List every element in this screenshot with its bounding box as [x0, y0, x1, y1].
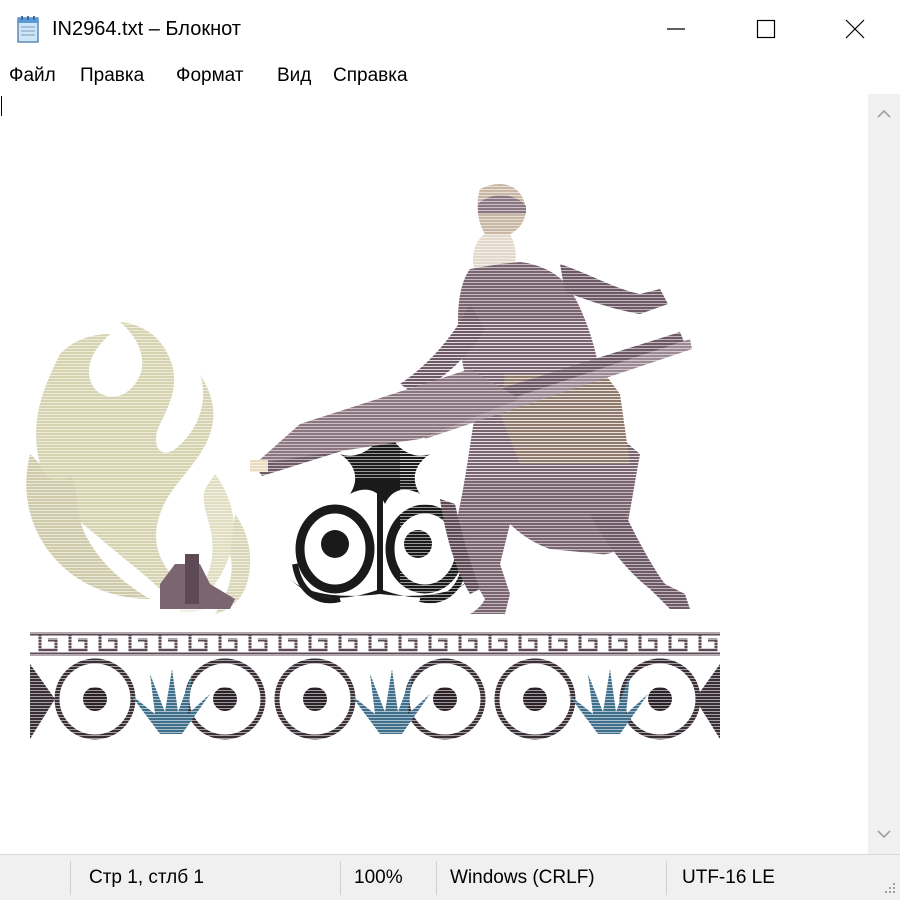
status-divider [666, 861, 667, 895]
maximize-icon [756, 19, 776, 39]
cursor-position: Стр 1, стлб 1 [89, 867, 204, 888]
status-divider [340, 861, 341, 895]
menu-format[interactable]: Формат [176, 65, 244, 87]
ascii-art-image [25, 179, 723, 744]
menu-help[interactable]: Справка [333, 65, 408, 87]
close-button[interactable] [810, 0, 900, 58]
resize-grip-icon[interactable] [878, 878, 898, 898]
minimize-button[interactable] [630, 0, 722, 58]
status-divider [436, 861, 437, 895]
menu-edit[interactable]: Правка [80, 65, 144, 87]
zoom-level: 100% [354, 867, 403, 888]
menu-file[interactable]: Файл [9, 65, 56, 87]
scroll-up-icon[interactable] [876, 106, 892, 122]
status-bar: Стр 1, стлб 1 100% Windows (CRLF) UTF-16… [0, 854, 900, 900]
line-endings: Windows (CRLF) [450, 867, 595, 888]
scroll-down-icon[interactable] [876, 826, 892, 842]
window-title: IN2964.txt – Блокнот [52, 18, 241, 40]
close-icon [845, 19, 865, 39]
title-bar[interactable]: IN2964.txt – Блокнот [0, 0, 900, 58]
menu-view[interactable]: Вид [277, 65, 311, 87]
vertical-scrollbar[interactable] [868, 94, 900, 854]
minimize-icon [667, 28, 685, 30]
status-divider [70, 861, 71, 895]
encoding: UTF-16 LE [682, 867, 775, 888]
menu-bar: Файл Правка Формат Вид Справка [0, 58, 900, 94]
notepad-icon [15, 15, 41, 43]
maximize-button[interactable] [720, 0, 812, 58]
text-editor[interactable] [0, 94, 868, 854]
